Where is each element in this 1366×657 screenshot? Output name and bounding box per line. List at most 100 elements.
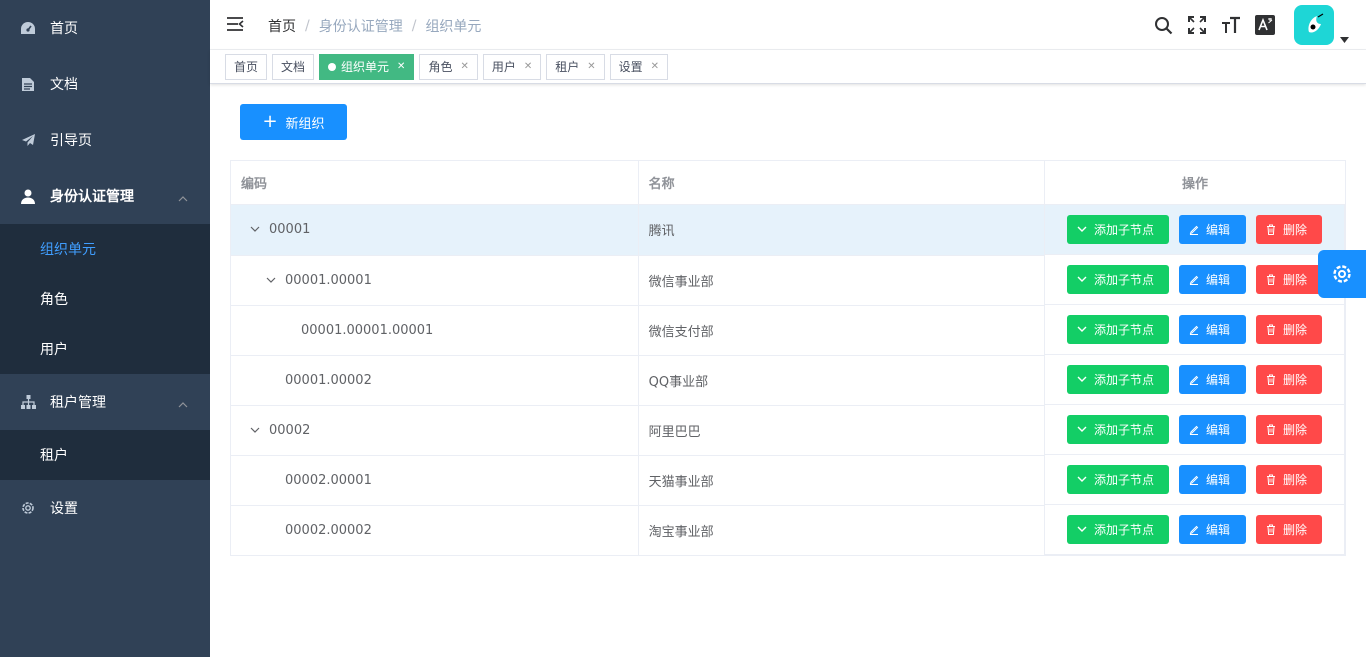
- ops-cell: 添加子节点 编辑 删除: [1045, 355, 1345, 405]
- avatar[interactable]: [1294, 5, 1334, 45]
- table-row[interactable]: 00002 阿里巴巴 添加子节点 编辑 删除: [230, 405, 1346, 456]
- chevron-down-icon[interactable]: [261, 277, 281, 284]
- main-content: + 新组织 编码 名称 操作 00001 腾讯 添加子节点 编辑 删除 0000…: [210, 84, 1366, 657]
- gear-icon: [20, 500, 36, 516]
- breadcrumb-item-home[interactable]: 首页: [268, 16, 296, 36]
- ops-cell: 添加子节点 编辑 删除: [1045, 205, 1345, 255]
- delete-button[interactable]: 删除: [1256, 265, 1323, 294]
- tag-docs[interactable]: 文档: [272, 53, 315, 80]
- org-code: 00001: [269, 222, 311, 238]
- tag-tenant[interactable]: 租户 ✕: [546, 53, 605, 80]
- trash-icon: [1267, 424, 1276, 435]
- table-row[interactable]: 00002.00002 淘宝事业部 添加子节点 编辑 删除: [230, 505, 1346, 556]
- breadcrumb-item-identity[interactable]: 身份认证管理: [319, 16, 403, 36]
- pencil-icon: [1189, 475, 1199, 485]
- sidebar-item-tenant[interactable]: 租户: [0, 430, 210, 480]
- fullscreen-icon[interactable]: [1180, 0, 1214, 50]
- close-icon[interactable]: ✕: [587, 55, 595, 79]
- code-cell: 00001: [230, 204, 639, 256]
- delete-button[interactable]: 删除: [1256, 215, 1323, 244]
- language-icon[interactable]: [1248, 0, 1282, 50]
- chevron-up-icon: [178, 396, 188, 412]
- name-cell: 微信支付部: [638, 305, 1046, 356]
- tag-roles[interactable]: 角色 ✕: [419, 53, 478, 80]
- add-child-button[interactable]: 添加子节点: [1067, 465, 1170, 494]
- add-child-button[interactable]: 添加子节点: [1067, 415, 1170, 444]
- name-cell: QQ事业部: [638, 355, 1046, 406]
- add-child-button[interactable]: 添加子节点: [1067, 265, 1170, 294]
- sidebar-item-identity[interactable]: 身份认证管理: [0, 168, 210, 224]
- breadcrumb-separator: /: [305, 18, 310, 34]
- sidebar-item-tenant-mgmt[interactable]: 租户管理: [0, 374, 210, 430]
- sidebar-item-label: 设置: [50, 501, 78, 517]
- edit-button[interactable]: 编辑: [1179, 415, 1247, 444]
- delete-button[interactable]: 删除: [1256, 365, 1323, 394]
- pencil-icon: [1189, 325, 1199, 335]
- hamburger-icon[interactable]: [226, 16, 244, 34]
- sidebar-item-label: 文档: [50, 77, 78, 93]
- trash-icon: [1267, 474, 1276, 485]
- org-code: 00002.00001: [285, 472, 372, 488]
- edit-button[interactable]: 编辑: [1179, 265, 1247, 294]
- delete-button[interactable]: 删除: [1256, 315, 1323, 344]
- chevron-down-icon: [1077, 376, 1087, 382]
- breadcrumb-separator: /: [411, 18, 417, 34]
- sidebar-item-guide[interactable]: 引导页: [0, 112, 210, 168]
- edit-button[interactable]: 编辑: [1179, 315, 1247, 344]
- sidebar-item-home[interactable]: 首页: [0, 0, 210, 56]
- new-org-button[interactable]: + 新组织: [240, 104, 347, 140]
- org-code: 00001.00001.00001: [301, 322, 434, 338]
- add-child-button[interactable]: 添加子节点: [1067, 215, 1170, 244]
- close-icon[interactable]: ✕: [397, 55, 405, 79]
- org-tree-table: 编码 名称 操作 00001 腾讯 添加子节点 编辑 删除 00001.0000…: [230, 160, 1346, 556]
- trash-icon: [1267, 224, 1276, 235]
- pencil-icon: [1189, 225, 1199, 235]
- chevron-down-icon: [1077, 426, 1087, 432]
- name-cell: 微信事业部: [638, 255, 1046, 306]
- sidebar-item-org-unit[interactable]: 组织单元: [0, 224, 210, 274]
- document-icon: [20, 76, 36, 92]
- table-row[interactable]: 00001.00001 微信事业部 添加子节点 编辑 删除: [230, 255, 1346, 306]
- edit-button[interactable]: 编辑: [1179, 215, 1247, 244]
- chevron-down-icon[interactable]: [245, 226, 265, 233]
- breadcrumb: 首页 / 身份认证管理 / 组织单元: [268, 16, 481, 36]
- sidebar-item-roles[interactable]: 角色: [0, 274, 210, 324]
- font-size-icon[interactable]: [1214, 0, 1248, 50]
- table-row[interactable]: 00002.00001 天猫事业部 添加子节点 编辑 删除: [230, 455, 1346, 506]
- settings-fab-button[interactable]: [1318, 250, 1366, 298]
- right-menu: [1146, 0, 1366, 50]
- column-header-code: 编码: [230, 160, 639, 205]
- close-icon[interactable]: ✕: [460, 55, 468, 79]
- trash-icon: [1267, 324, 1276, 335]
- ops-cell: 添加子节点 编辑 删除: [1045, 455, 1345, 505]
- close-icon[interactable]: ✕: [651, 55, 659, 79]
- add-child-button[interactable]: 添加子节点: [1067, 365, 1170, 394]
- sidebar-item-docs[interactable]: 文档: [0, 56, 210, 112]
- ops-cell: 添加子节点 编辑 删除: [1045, 255, 1345, 305]
- table-row[interactable]: 00001 腾讯 添加子节点 编辑 删除: [230, 204, 1346, 256]
- pencil-icon: [1189, 525, 1199, 535]
- table-row[interactable]: 00001.00001.00001 微信支付部 添加子节点 编辑 删除: [230, 305, 1346, 356]
- tag-home[interactable]: 首页: [225, 53, 268, 80]
- delete-button[interactable]: 删除: [1256, 465, 1323, 494]
- chevron-down-icon: [1077, 326, 1087, 332]
- edit-button[interactable]: 编辑: [1179, 365, 1247, 394]
- close-icon[interactable]: ✕: [524, 55, 532, 79]
- table-row[interactable]: 00001.00002 QQ事业部 添加子节点 编辑 删除: [230, 355, 1346, 406]
- delete-button[interactable]: 删除: [1256, 415, 1323, 444]
- sidebar-item-settings[interactable]: 设置: [0, 480, 210, 536]
- code-cell: 00002.00001: [230, 455, 639, 506]
- edit-button[interactable]: 编辑: [1179, 465, 1247, 494]
- tag-org-unit[interactable]: 组织单元 ✕: [319, 53, 415, 80]
- tag-users[interactable]: 用户 ✕: [482, 53, 542, 80]
- add-child-button[interactable]: 添加子节点: [1067, 515, 1170, 544]
- edit-button[interactable]: 编辑: [1179, 515, 1247, 544]
- tag-settings[interactable]: 设置 ✕: [609, 53, 669, 80]
- search-icon[interactable]: [1146, 0, 1180, 50]
- caret-down-icon[interactable]: [1340, 5, 1358, 45]
- delete-button[interactable]: 删除: [1256, 515, 1323, 544]
- chevron-down-icon[interactable]: [245, 427, 265, 434]
- add-child-button[interactable]: 添加子节点: [1067, 315, 1170, 344]
- org-code: 00002: [269, 422, 311, 438]
- sidebar-item-users[interactable]: 用户: [0, 324, 210, 374]
